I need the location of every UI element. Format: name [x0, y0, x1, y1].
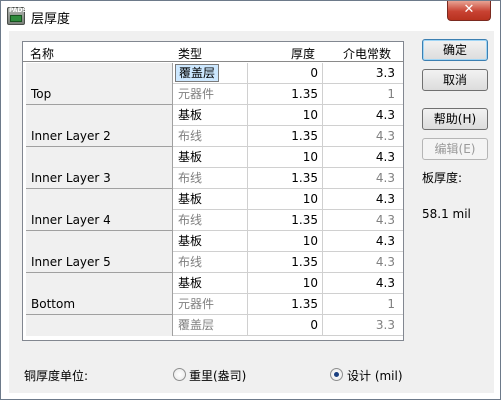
layer-thickness-cell[interactable]: 10 [248, 231, 323, 252]
table-row[interactable]: 覆盖层 0 3.3 [26, 315, 403, 336]
layer-dielectric-cell[interactable]: 4.3 [323, 105, 403, 126]
layer-name-cell [26, 189, 173, 210]
layer-name-cell: Inner Layer 2 [26, 126, 173, 147]
ok-button[interactable]: 确定 [422, 39, 488, 61]
layer-name-cell: Inner Layer 4 [26, 210, 173, 231]
board-thickness-value: 58.1 mil [422, 207, 471, 221]
layer-thickness-cell[interactable]: 10 [248, 105, 323, 126]
radio-design-mil-label[interactable]: 设计 (mil) [347, 367, 403, 384]
layer-name-cell: Top [26, 84, 173, 105]
layer-name-cell [26, 231, 173, 252]
layer-dielectric-cell[interactable]: 4.3 [323, 126, 403, 147]
column-header-thickness[interactable]: 厚度 [291, 45, 315, 62]
layer-type-cell[interactable]: 基板 [173, 105, 248, 126]
layer-type-cell[interactable]: 基板 [173, 189, 248, 210]
app-icon-board [10, 15, 22, 22]
table-row[interactable]: Top 元器件 1.35 1 [26, 84, 403, 105]
layer-type-cell[interactable]: 布线 [173, 252, 248, 273]
selected-type-value[interactable]: 覆盖层 [175, 64, 220, 82]
table-row[interactable]: 基板 10 4.3 [26, 189, 403, 210]
layer-type-cell[interactable]: 基板 [173, 273, 248, 294]
table-header: 名称 类型 厚度 介电常数 [23, 42, 403, 62]
layer-type-cell[interactable]: 元器件 [173, 294, 248, 315]
column-header-type[interactable]: 类型 [178, 45, 202, 62]
layer-type-cell[interactable]: 基板 [173, 147, 248, 168]
column-header-name[interactable]: 名称 [30, 45, 54, 62]
layer-thickness-cell[interactable]: 0 [248, 63, 323, 84]
layer-type-cell[interactable]: 元器件 [173, 84, 248, 105]
layer-dielectric-cell[interactable]: 4.3 [323, 252, 403, 273]
layer-type-cell[interactable]: 布线 [173, 210, 248, 231]
table-rows: 覆盖层 0 3.3 Top 元器件 1.35 1 基板 10 4.3 Inner Layer 2 布线… [26, 63, 403, 336]
table-row[interactable]: Inner Layer 5 布线 1.35 4.3 [26, 252, 403, 273]
copper-unit-label: 铜厚度单位: [24, 369, 89, 383]
board-thickness-label: 板厚度: [422, 171, 463, 185]
pads-app-icon: PADS [7, 7, 27, 25]
layer-type-cell[interactable]: 基板 [173, 231, 248, 252]
dialog-body: 名称 类型 厚度 介电常数 覆盖层 0 3.3 Top 元器件 1.35 1 基板 10 4.3 I… [9, 31, 494, 393]
cancel-button[interactable]: 取消 [422, 69, 488, 91]
layer-thickness-cell[interactable]: 10 [248, 147, 323, 168]
layer-dielectric-cell[interactable]: 3.3 [323, 63, 403, 84]
layer-thickness-dialog: PADS 层厚度 ✕ 名称 类型 厚度 介电常数 覆盖层 0 3.3 Top 元器件 1.… [0, 0, 501, 400]
layer-thickness-cell[interactable]: 1.35 [248, 210, 323, 231]
radio-weight-oz[interactable] [173, 368, 186, 381]
layer-thickness-cell[interactable]: 10 [248, 189, 323, 210]
layer-thickness-cell[interactable]: 10 [248, 273, 323, 294]
layer-name-cell: Inner Layer 3 [26, 168, 173, 189]
layer-name-cell [26, 63, 173, 84]
table-row[interactable]: Inner Layer 4 布线 1.35 4.3 [26, 210, 403, 231]
table-row[interactable]: Inner Layer 3 布线 1.35 4.3 [26, 168, 403, 189]
layer-name-cell: Inner Layer 5 [26, 252, 173, 273]
layer-dielectric-cell[interactable]: 3.3 [323, 315, 403, 336]
layer-dielectric-cell[interactable]: 4.3 [323, 147, 403, 168]
layer-name-cell [26, 105, 173, 126]
table-row[interactable]: Inner Layer 2 布线 1.35 4.3 [26, 126, 403, 147]
layer-thickness-cell[interactable]: 1.35 [248, 126, 323, 147]
close-icon: ✕ [463, 2, 475, 17]
layer-name-cell [26, 147, 173, 168]
column-header-dielectric[interactable]: 介电常数 [343, 45, 391, 62]
layer-dielectric-cell[interactable]: 1 [323, 84, 403, 105]
layer-dielectric-cell[interactable]: 4.3 [323, 273, 403, 294]
layer-thickness-cell[interactable]: 0 [248, 315, 323, 336]
table-row[interactable]: Bottom 元器件 1.35 1 [26, 294, 403, 315]
edit-button: 编辑(E) [422, 138, 488, 160]
layer-dielectric-cell[interactable]: 1 [323, 294, 403, 315]
table-row[interactable]: 基板 10 4.3 [26, 105, 403, 126]
layer-dielectric-cell[interactable]: 4.3 [323, 231, 403, 252]
table-row[interactable]: 覆盖层 0 3.3 [26, 63, 403, 84]
layer-thickness-cell[interactable]: 1.35 [248, 168, 323, 189]
table-row[interactable]: 基板 10 4.3 [26, 147, 403, 168]
layer-type-cell[interactable]: 覆盖层 [173, 315, 248, 336]
help-button[interactable]: 帮助(H) [422, 108, 488, 130]
layer-name-cell [26, 273, 173, 294]
layer-dielectric-cell[interactable]: 4.3 [323, 189, 403, 210]
layer-table[interactable]: 名称 类型 厚度 介电常数 覆盖层 0 3.3 Top 元器件 1.35 1 基板 10 4.3 I… [22, 41, 404, 341]
layer-thickness-cell[interactable]: 1.35 [248, 294, 323, 315]
radio-weight-oz-label[interactable]: 重里(盎司) [189, 367, 246, 384]
radio-design-mil[interactable] [330, 368, 343, 381]
layer-name-cell: Bottom [26, 294, 173, 315]
layer-type-cell[interactable]: 布线 [173, 126, 248, 147]
layer-name-cell [26, 315, 173, 336]
layer-dielectric-cell[interactable]: 4.3 [323, 168, 403, 189]
window-title: 层厚度 [31, 12, 71, 27]
layer-type-cell[interactable]: 布线 [173, 168, 248, 189]
layer-thickness-cell[interactable]: 1.35 [248, 84, 323, 105]
table-row[interactable]: 基板 10 4.3 [26, 273, 403, 294]
layer-dielectric-cell[interactable]: 4.3 [323, 210, 403, 231]
app-icon-text: PADS [9, 7, 27, 14]
layer-thickness-cell[interactable]: 1.35 [248, 252, 323, 273]
table-row[interactable]: 基板 10 4.3 [26, 231, 403, 252]
layer-type-cell[interactable]: 覆盖层 [173, 63, 248, 84]
close-button[interactable]: ✕ [447, 1, 491, 21]
title-bar: PADS 层厚度 ✕ [1, 1, 500, 31]
